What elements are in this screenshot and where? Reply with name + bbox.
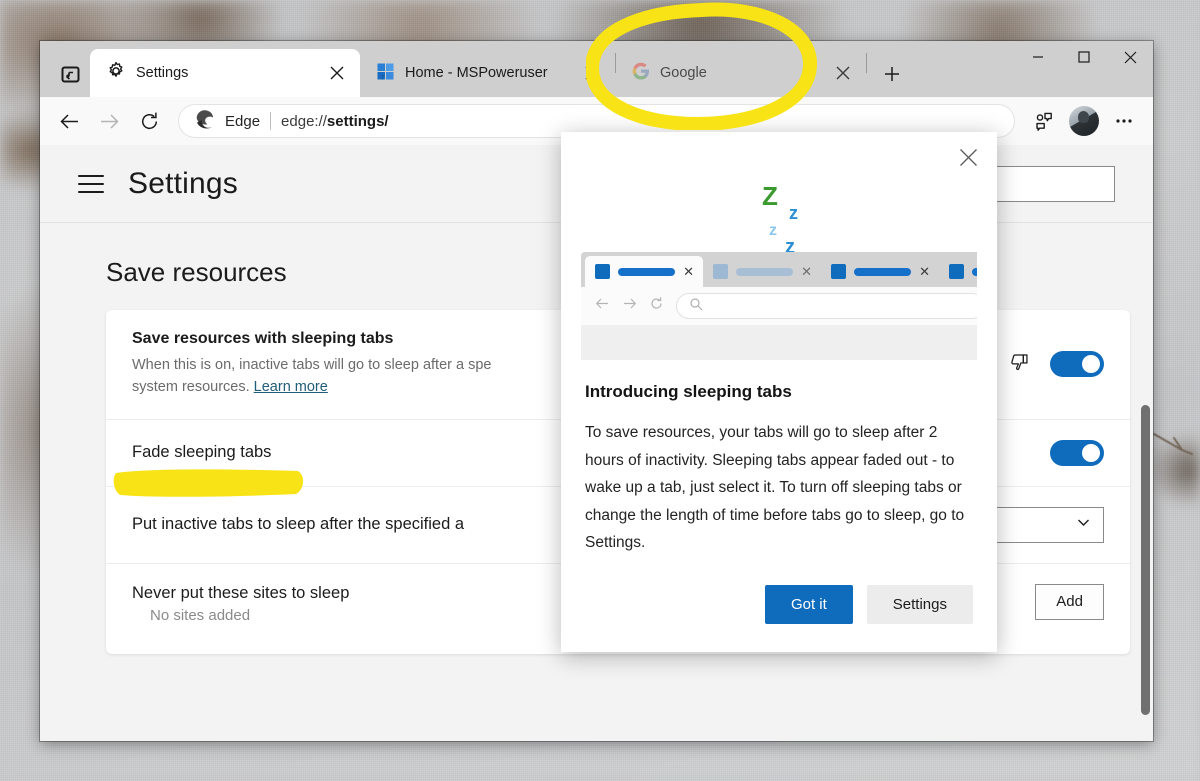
page-scrollbar-thumb[interactable] bbox=[1141, 405, 1150, 715]
svg-text:z: z bbox=[769, 222, 777, 239]
add-site-button[interactable]: Add bbox=[1035, 584, 1104, 620]
mini-browser-illustration: ✕ ✕ ✕ bbox=[581, 252, 977, 360]
new-tab-button[interactable] bbox=[875, 57, 909, 91]
mini-favicon bbox=[713, 264, 728, 279]
mini-close-icon: ✕ bbox=[919, 264, 930, 280]
url-path: settings/ bbox=[327, 113, 389, 130]
sleeping-tabs-illustration: Z z z z ✕ ✕ bbox=[581, 179, 977, 360]
maximize-button[interactable] bbox=[1061, 41, 1107, 73]
tab-actions-button[interactable] bbox=[50, 55, 90, 93]
sleeping-tabs-teaching-popup: Z z z z ✕ ✕ bbox=[561, 132, 997, 652]
window-controls bbox=[1015, 41, 1153, 73]
zzz-sleep-icon: Z z z z bbox=[731, 179, 841, 259]
mini-close-icon: ✕ bbox=[801, 264, 812, 280]
google-g-icon bbox=[632, 62, 650, 84]
mini-tab-title-bar bbox=[736, 268, 793, 276]
row-controls: Add bbox=[1035, 584, 1104, 620]
svg-text:Z: Z bbox=[762, 181, 778, 211]
chevron-down-icon bbox=[1076, 515, 1091, 534]
edge-logo-icon bbox=[194, 109, 215, 134]
tab-strip: Settings Home - MSPoweruser bbox=[40, 41, 1153, 97]
thumbs-down-icon[interactable] bbox=[1007, 350, 1030, 378]
row-controls bbox=[1050, 440, 1104, 466]
mini-tab-sleeping: ✕ bbox=[703, 256, 821, 287]
tab-close-button[interactable] bbox=[579, 60, 605, 86]
mini-tab-normal bbox=[939, 256, 977, 287]
close-window-button[interactable] bbox=[1107, 41, 1153, 73]
mini-back-arrow-icon bbox=[595, 296, 610, 316]
mini-favicon bbox=[949, 264, 964, 279]
tab-divider bbox=[866, 53, 867, 73]
got-it-button[interactable]: Got it bbox=[765, 585, 853, 624]
mini-toolbar bbox=[581, 287, 977, 325]
address-divider bbox=[270, 112, 271, 130]
tab-settings[interactable]: Settings bbox=[90, 49, 360, 97]
mini-tab-title-bar bbox=[972, 268, 977, 276]
forward-arrow-icon[interactable] bbox=[90, 104, 128, 138]
mini-tab-title-bar bbox=[618, 268, 675, 276]
toolbar-right-group bbox=[1025, 104, 1143, 138]
toggle-fade-sleeping-tabs[interactable] bbox=[1050, 440, 1104, 466]
mini-refresh-icon bbox=[649, 296, 664, 316]
address-url-text: edge://settings/ bbox=[281, 113, 389, 130]
avatar[interactable] bbox=[1069, 106, 1099, 136]
minimize-button[interactable] bbox=[1015, 41, 1061, 73]
twig-decoration bbox=[1152, 432, 1194, 458]
mini-tab-active: ✕ bbox=[585, 256, 703, 287]
popup-settings-button[interactable]: Settings bbox=[867, 585, 973, 624]
popup-description: To save resources, your tabs will go to … bbox=[585, 419, 973, 557]
page-title: Settings bbox=[128, 167, 238, 201]
mini-forward-arrow-icon bbox=[622, 296, 637, 316]
mini-favicon bbox=[831, 264, 846, 279]
mini-page-content bbox=[581, 325, 977, 360]
tab-google[interactable]: Google bbox=[616, 49, 866, 97]
row-description-line1: When this is on, inactive tabs will go t… bbox=[132, 357, 491, 373]
row-description-line2: system resources. bbox=[132, 379, 254, 395]
popup-body: Introducing sleeping tabs To save resour… bbox=[561, 360, 997, 557]
url-prefix: edge:// bbox=[281, 113, 327, 130]
mini-tab-title-bar bbox=[854, 268, 911, 276]
more-options-icon[interactable] bbox=[1105, 104, 1143, 138]
search-icon bbox=[689, 297, 703, 316]
learn-more-link[interactable]: Learn more bbox=[254, 379, 328, 395]
tab-home-mspoweruser[interactable]: Home - MSPoweruser bbox=[360, 49, 615, 97]
tab-close-button[interactable] bbox=[830, 60, 856, 86]
mini-address-bar bbox=[676, 293, 977, 319]
address-brand-label: Edge bbox=[225, 113, 260, 130]
mini-favicon bbox=[595, 264, 610, 279]
refresh-icon[interactable] bbox=[130, 104, 168, 138]
page-scrollbar[interactable] bbox=[1137, 145, 1153, 741]
tab-close-button[interactable] bbox=[324, 60, 350, 86]
back-arrow-icon[interactable] bbox=[50, 104, 88, 138]
gear-icon bbox=[106, 61, 126, 85]
collections-icon[interactable] bbox=[1025, 104, 1063, 138]
hamburger-menu-icon[interactable] bbox=[78, 175, 104, 193]
mini-tab-strip: ✕ ✕ ✕ bbox=[581, 252, 977, 287]
popup-actions: Got it Settings bbox=[561, 585, 997, 652]
windows-logo-icon bbox=[376, 62, 395, 85]
tab-title: Google bbox=[660, 65, 820, 81]
popup-heading: Introducing sleeping tabs bbox=[585, 382, 973, 402]
tab-title: Home - MSPoweruser bbox=[405, 65, 569, 81]
tab-title: Settings bbox=[136, 65, 314, 81]
mini-tab-normal: ✕ bbox=[821, 256, 939, 287]
svg-text:z: z bbox=[789, 203, 798, 223]
toggle-save-resources[interactable] bbox=[1050, 351, 1104, 377]
mini-close-icon: ✕ bbox=[683, 264, 694, 280]
popup-close-icon[interactable] bbox=[947, 138, 989, 176]
browser-window: Settings Home - MSPoweruser bbox=[40, 41, 1153, 741]
